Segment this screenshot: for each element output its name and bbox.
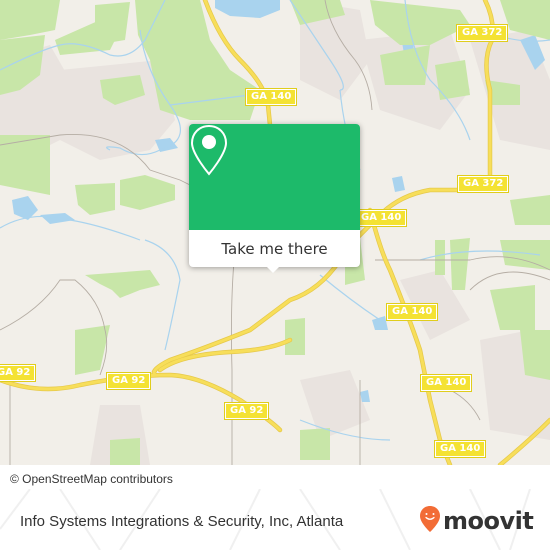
road-label-ga140: GA 140	[419, 374, 473, 392]
moovit-logo[interactable]: moovit	[419, 505, 534, 537]
footer-bar: Info Systems Integrations & Security, In…	[0, 489, 550, 550]
moovit-pin-icon	[419, 505, 441, 537]
place-name: Info Systems Integrations & Security, In…	[20, 513, 344, 530]
road-label-ga140: GA 140	[433, 440, 487, 458]
popup-header	[189, 124, 360, 230]
location-popup: Take me there	[189, 124, 360, 273]
road-label-ga92: GA 92	[223, 402, 270, 420]
map-view[interactable]: GA 140 GA 372 GA 372 GA 140 GA 140 GA 14…	[0, 0, 550, 465]
take-me-there-button[interactable]: Take me there	[189, 230, 360, 267]
road-label-ga92: GA 92	[0, 364, 37, 382]
brand-name: moovit	[443, 507, 534, 535]
road-label-ga140: GA 140	[354, 209, 408, 227]
road-label-ga372: GA 372	[456, 175, 510, 193]
road-label-ga140: GA 140	[244, 88, 298, 106]
road-label-ga372: GA 372	[455, 24, 509, 42]
road-label-ga140: GA 140	[385, 303, 439, 321]
popup-pointer	[265, 265, 281, 273]
map-attribution[interactable]: © OpenStreetMap contributors	[0, 469, 215, 489]
road-label-ga92: GA 92	[105, 372, 152, 390]
